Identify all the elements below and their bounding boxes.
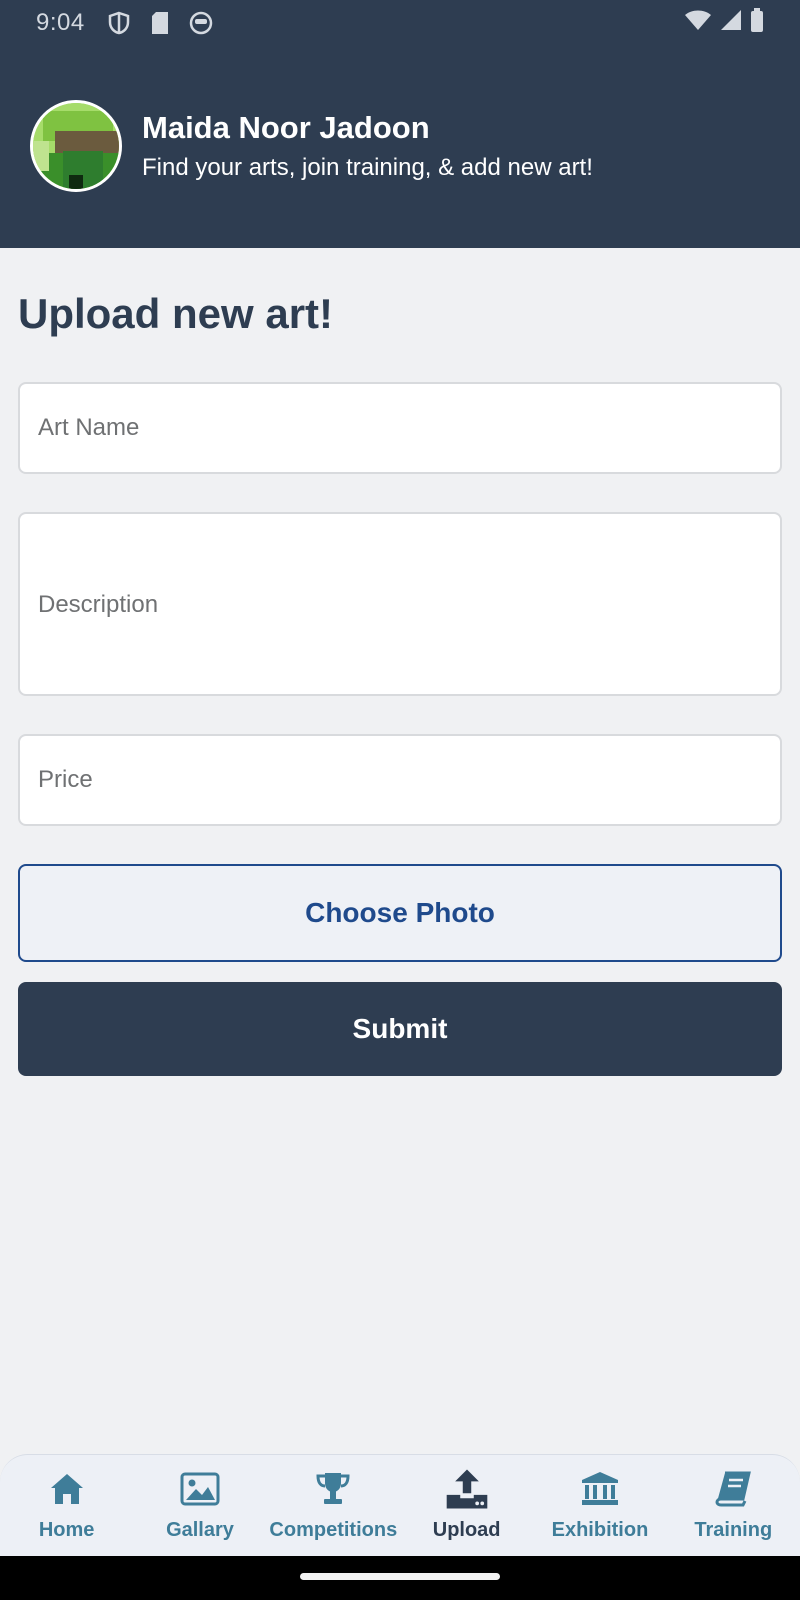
museum-icon — [578, 1467, 622, 1511]
art-name-input[interactable] — [18, 382, 782, 474]
nav-item-exhibition[interactable]: Exhibition — [533, 1455, 666, 1542]
status-bar: 9:04 — [0, 0, 800, 46]
choose-photo-button[interactable]: Choose Photo — [18, 864, 782, 962]
nav-item-competitions[interactable]: Competitions — [267, 1455, 400, 1542]
sd-card-icon — [148, 11, 172, 35]
nav-label-gallary: Gallary — [166, 1519, 234, 1541]
profile-subtitle: Find your arts, join training, & add new… — [142, 154, 593, 181]
price-input[interactable] — [18, 734, 782, 826]
wifi-icon — [684, 9, 712, 38]
nav-item-upload[interactable]: Upload — [400, 1455, 533, 1542]
shield-icon — [107, 11, 131, 35]
description-input[interactable] — [18, 512, 782, 696]
nav-label-exhibition: Exhibition — [551, 1519, 649, 1541]
nav-label-home: Home — [38, 1519, 95, 1541]
avatar[interactable] — [30, 100, 122, 192]
page-title: Upload new art! — [18, 290, 334, 337]
nav-item-training[interactable]: Training — [667, 1455, 800, 1542]
book-icon — [711, 1467, 755, 1511]
nav-label-training: Training — [694, 1519, 773, 1541]
nav-label-competitions: Competitions — [269, 1519, 398, 1541]
image-icon — [178, 1467, 222, 1511]
profile-block: Maida Noor Jadoon Find your arts, join t… — [30, 100, 593, 192]
nav-item-gallary[interactable]: Gallary — [133, 1455, 266, 1542]
bottom-navigation: Home Gallary Competitions Upload Exhibit… — [0, 1454, 800, 1556]
cell-signal-icon — [720, 9, 742, 38]
upload-form-screen: Upload new art! Choose Photo Submit — [0, 248, 800, 1552]
face-icon — [189, 11, 213, 35]
submit-button[interactable]: Submit — [18, 982, 782, 1076]
home-indicator[interactable] — [300, 1573, 500, 1580]
battery-icon — [750, 7, 764, 39]
upload-icon — [445, 1467, 489, 1511]
trophy-icon — [311, 1467, 355, 1511]
status-time: 9:04 — [36, 9, 85, 36]
nav-item-home[interactable]: Home — [0, 1455, 133, 1542]
home-icon — [45, 1467, 89, 1511]
app-header: 9:04 Maida Noor Jadoon Find your arts, j… — [0, 0, 800, 248]
nav-label-upload: Upload — [432, 1519, 501, 1541]
profile-name: Maida Noor Jadoon — [142, 110, 430, 145]
